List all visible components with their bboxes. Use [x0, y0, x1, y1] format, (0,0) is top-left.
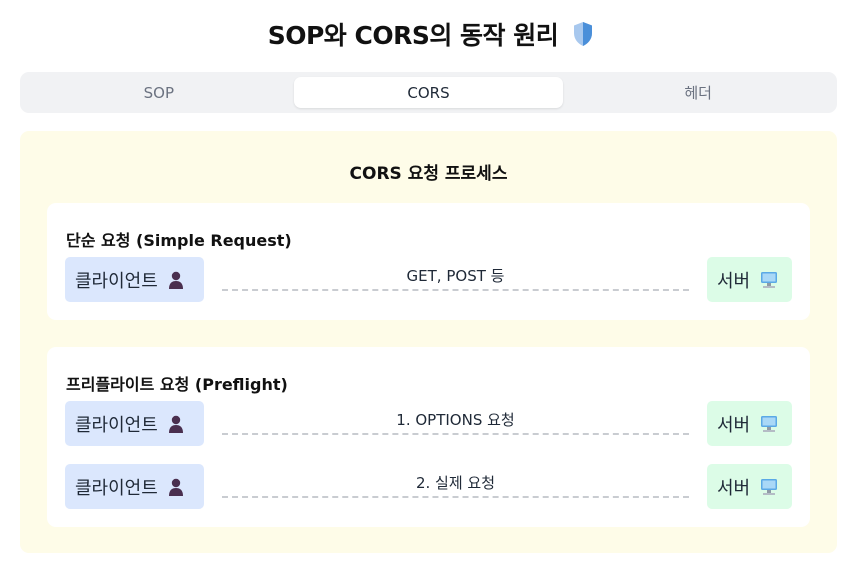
- tab-bar: SOP CORS 헤더: [20, 72, 837, 113]
- server-box: 서버: [707, 464, 792, 509]
- preflight-options-flow: 클라이언트 1. OPTIONS 요청 서버: [65, 401, 792, 446]
- page-header: SOP와 CORS의 동작 원리: [0, 14, 862, 54]
- server-label: 서버: [717, 477, 751, 499]
- preflight-actual-flow: 클라이언트 2. 실제 요청 서버: [65, 464, 792, 509]
- simple-request-card: 단순 요청 (Simple Request) 클라이언트 GET, POST 등…: [47, 203, 810, 320]
- computer-icon: [760, 415, 778, 433]
- request-arrow-label: GET, POST 등: [406, 267, 505, 285]
- simple-request-flow: 클라이언트 GET, POST 등 서버: [65, 257, 792, 302]
- request-arrow: 1. OPTIONS 요청: [222, 401, 689, 446]
- request-arrow-label: 2. 실제 요청: [415, 474, 496, 492]
- client-box: 클라이언트: [65, 257, 204, 302]
- tab-sop[interactable]: SOP: [24, 77, 294, 108]
- cors-process-panel: CORS 요청 프로세스 단순 요청 (Simple Request) 클라이언…: [20, 131, 837, 553]
- request-arrow: 2. 실제 요청: [222, 464, 689, 509]
- tab-cors[interactable]: CORS: [293, 77, 564, 108]
- request-arrow-label: 1. OPTIONS 요청: [396, 411, 515, 429]
- server-box: 서버: [707, 401, 792, 446]
- preflight-request-title: 프리플라이트 요청 (Preflight): [66, 375, 288, 394]
- client-box: 클라이언트: [65, 401, 204, 446]
- user-icon: [168, 271, 184, 289]
- panel-title: CORS 요청 프로세스: [349, 164, 508, 184]
- user-icon: [168, 478, 184, 496]
- request-arrow: GET, POST 등: [222, 257, 689, 302]
- client-label: 클라이언트: [75, 270, 158, 292]
- simple-request-title: 단순 요청 (Simple Request): [66, 231, 292, 250]
- computer-icon: [760, 271, 778, 289]
- server-label: 서버: [717, 270, 751, 292]
- client-label: 클라이언트: [75, 477, 158, 499]
- user-icon: [168, 415, 184, 433]
- dashed-line: [222, 496, 689, 498]
- dashed-line: [222, 433, 689, 435]
- tab-headers[interactable]: 헤더: [563, 77, 833, 108]
- page-title: SOP와 CORS의 동작 원리: [267, 21, 559, 50]
- shield-icon: [572, 21, 594, 47]
- server-label: 서버: [717, 414, 751, 436]
- dashed-line: [222, 289, 689, 291]
- computer-icon: [760, 478, 778, 496]
- client-label: 클라이언트: [75, 414, 158, 436]
- server-box: 서버: [707, 257, 792, 302]
- preflight-request-card: 프리플라이트 요청 (Preflight) 클라이언트 1. OPTIONS 요…: [47, 347, 810, 527]
- client-box: 클라이언트: [65, 464, 204, 509]
